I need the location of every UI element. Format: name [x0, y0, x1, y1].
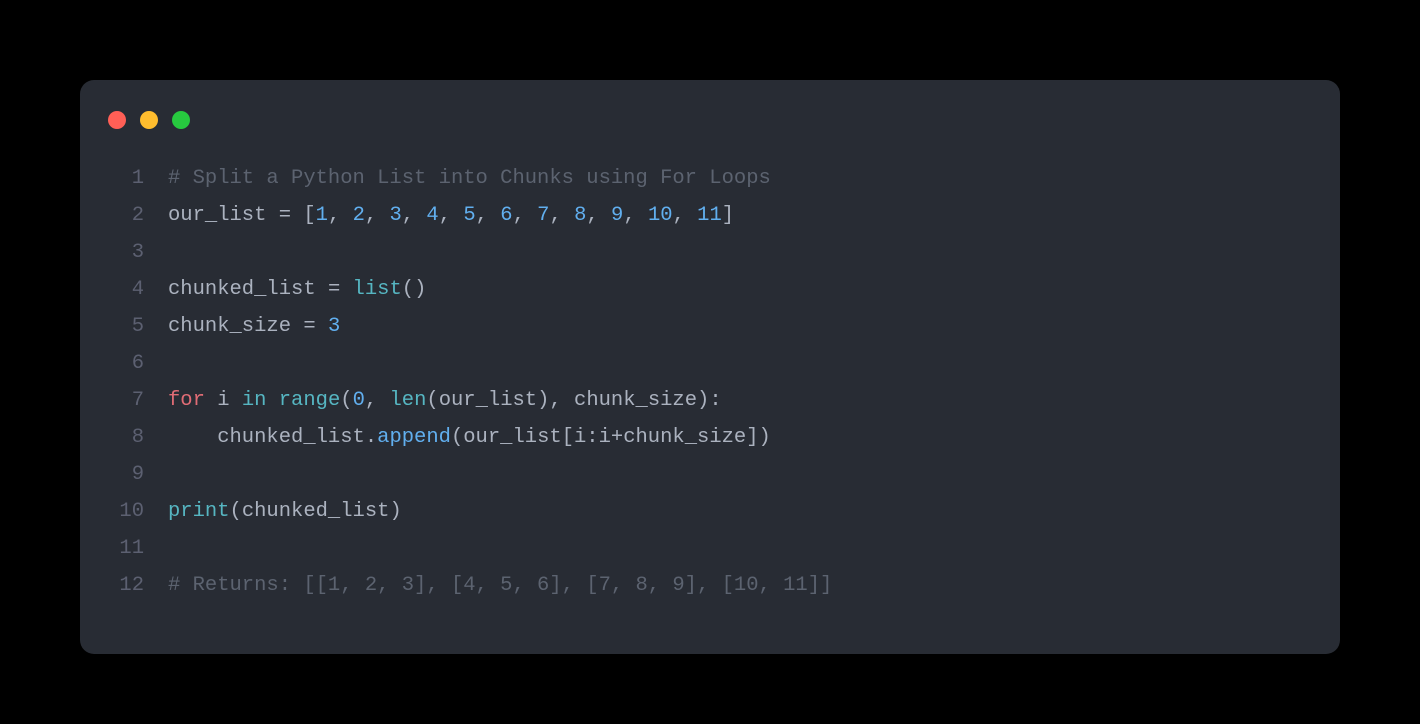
- token-default: i: [205, 389, 242, 412]
- token-ctrl-for: for: [168, 389, 205, 412]
- line-number: 5: [108, 308, 144, 345]
- line-content: [168, 456, 180, 493]
- token-default: ,: [623, 204, 648, 227]
- code-line: 7 for i in range(0, len(our_list), chunk_…: [108, 382, 1312, 419]
- token-bracket: (): [402, 278, 427, 301]
- token-number: 7: [537, 204, 549, 227]
- line-content: chunked_list = list(): [168, 271, 426, 308]
- token-ctrl-in: in: [242, 389, 267, 412]
- minimize-icon[interactable]: [140, 111, 158, 129]
- token-default: ,: [476, 204, 501, 227]
- line-content: [168, 234, 180, 271]
- line-number: 8: [108, 419, 144, 456]
- line-content: # Split a Python List into Chunks using …: [168, 160, 771, 197]
- token-number: 9: [611, 204, 623, 227]
- line-content: chunk_size = 3: [168, 308, 340, 345]
- token-number: 5: [463, 204, 475, 227]
- token-default: our_list: [168, 204, 279, 227]
- token-number: 10: [648, 204, 673, 227]
- token-number: 6: [500, 204, 512, 227]
- line-content: # Returns: [[1, 2, 3], [4, 5, 6], [7, 8,…: [168, 567, 832, 604]
- line-content: [168, 530, 180, 567]
- token-default: ,: [586, 204, 611, 227]
- line-content: chunked_list.append(our_list[i:i+chunk_s…: [168, 419, 771, 456]
- token-number: 0: [353, 389, 365, 412]
- code-line: 3: [108, 234, 1312, 271]
- token-default: ,: [365, 389, 390, 412]
- line-number: 4: [108, 271, 144, 308]
- line-number: 3: [108, 234, 144, 271]
- token-number: 3: [328, 315, 340, 338]
- token-comment: # Returns: [[1, 2, 3], [4, 5, 6], [7, 8,…: [168, 574, 832, 597]
- code-block: 1 # Split a Python List into Chunks using…: [80, 160, 1340, 604]
- token-default: ,: [365, 204, 390, 227]
- token-default: ,: [439, 204, 464, 227]
- token-operator: =: [328, 278, 353, 301]
- token-operator: =: [279, 204, 304, 227]
- token-default: chunked_list.: [168, 426, 377, 449]
- token-default: ,: [549, 204, 574, 227]
- token-builtin: range: [279, 389, 341, 412]
- token-operator: =: [303, 315, 328, 338]
- token-number: 11: [697, 204, 722, 227]
- token-bracket: ]: [722, 204, 734, 227]
- line-number: 12: [108, 567, 144, 604]
- token-bracket: [: [303, 204, 315, 227]
- token-default: (our_list), chunk_size): [426, 389, 709, 412]
- code-line: 2our_list = [1, 2, 3, 4, 5, 6, 7, 8, 9, …: [108, 197, 1312, 234]
- line-number: 11: [108, 530, 144, 567]
- close-icon[interactable]: [108, 111, 126, 129]
- code-line: 8 chunked_list.append(our_list[i:i+chunk…: [108, 419, 1312, 456]
- token-default: ,: [402, 204, 427, 227]
- token-default: chunked_list: [168, 278, 328, 301]
- code-line: 12 # Returns: [[1, 2, 3], [4, 5, 6], [7, …: [108, 567, 1312, 604]
- code-line: 10 print(chunked_list): [108, 493, 1312, 530]
- token-func: append: [377, 426, 451, 449]
- line-number: 7: [108, 382, 144, 419]
- token-bracket: (: [340, 389, 352, 412]
- code-line: 11: [108, 530, 1312, 567]
- code-line: 1 # Split a Python List into Chunks using…: [108, 160, 1312, 197]
- code-line: 9: [108, 456, 1312, 493]
- token-number: 4: [426, 204, 438, 227]
- token-builtin: len: [389, 389, 426, 412]
- token-number: 1: [316, 204, 328, 227]
- token-operator: +: [611, 426, 623, 449]
- token-default: chunk_size]): [623, 426, 771, 449]
- line-number: 10: [108, 493, 144, 530]
- token-default: chunk_size: [168, 315, 303, 338]
- code-line: 6: [108, 345, 1312, 382]
- token-builtin: list: [353, 278, 402, 301]
- token-default: [266, 389, 278, 412]
- line-content: [168, 345, 180, 382]
- line-content: print(chunked_list): [168, 493, 402, 530]
- token-builtin: print: [168, 500, 230, 523]
- token-default: (our_list[i:i: [451, 426, 611, 449]
- zoom-icon[interactable]: [172, 111, 190, 129]
- code-card: 1 # Split a Python List into Chunks using…: [80, 80, 1340, 654]
- token-default: ,: [513, 204, 538, 227]
- token-default: :: [709, 389, 721, 412]
- token-number: 8: [574, 204, 586, 227]
- token-comment: # Split a Python List into Chunks using …: [168, 167, 771, 190]
- token-default: ,: [673, 204, 698, 227]
- line-content: our_list = [1, 2, 3, 4, 5, 6, 7, 8, 9, 1…: [168, 197, 734, 234]
- line-number: 2: [108, 197, 144, 234]
- code-line: 4 chunked_list = list(): [108, 271, 1312, 308]
- window-controls: [80, 80, 1340, 160]
- line-number: 9: [108, 456, 144, 493]
- code-line: 5 chunk_size = 3: [108, 308, 1312, 345]
- line-number: 1: [108, 160, 144, 197]
- token-default: ,: [328, 204, 353, 227]
- line-number: 6: [108, 345, 144, 382]
- token-number: 3: [389, 204, 401, 227]
- token-default: (chunked_list): [230, 500, 402, 523]
- line-content: for i in range(0, len(our_list), chunk_s…: [168, 382, 722, 419]
- token-number: 2: [353, 204, 365, 227]
